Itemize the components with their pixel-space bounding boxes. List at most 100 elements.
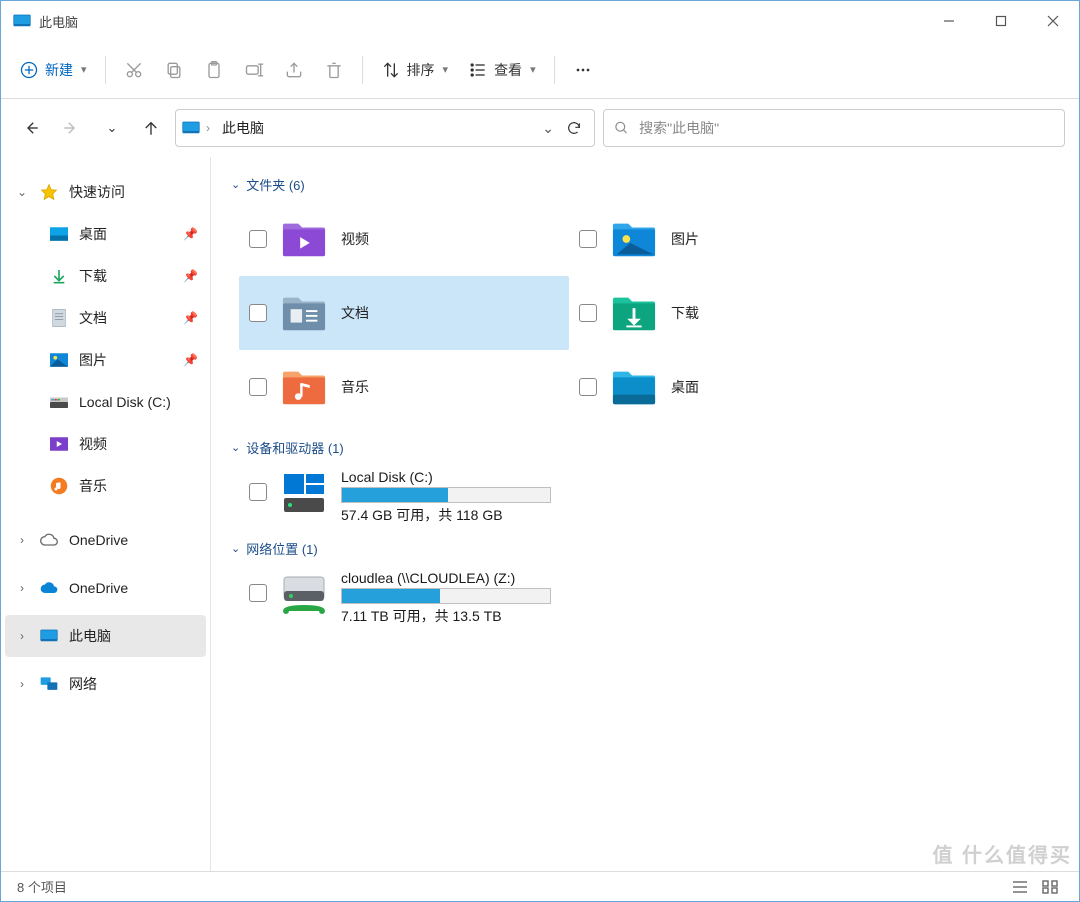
new-button[interactable]: 新建 ▾	[9, 50, 97, 90]
sidebar-onedrive-1[interactable]: › OneDrive	[5, 519, 206, 561]
sidebar-this-pc[interactable]: › 此电脑	[5, 615, 206, 657]
download-icon	[49, 266, 69, 286]
folder-desktop[interactable]: 桌面	[569, 350, 899, 424]
folder-icon	[609, 362, 659, 412]
chevron-right-icon: ›	[15, 677, 29, 691]
checkbox[interactable]	[249, 483, 267, 501]
status-items: 8 个项目	[17, 877, 67, 896]
drive-local-c[interactable]: Local Disk (C:) 57.4 GB 可用，共 118 GB	[239, 465, 1059, 529]
sidebar-item-documents[interactable]: 文档 📌	[5, 297, 206, 339]
chevron-down-icon: ⌄	[15, 185, 29, 199]
checkbox[interactable]	[249, 304, 267, 322]
sidebar-quick-access[interactable]: ⌄ 快速访问	[5, 171, 206, 213]
picture-icon	[49, 350, 69, 370]
paste-button[interactable]	[194, 50, 234, 90]
trash-icon	[324, 60, 344, 80]
rename-button[interactable]	[234, 50, 274, 90]
desktop-icon	[49, 224, 69, 244]
sidebar-item-downloads[interactable]: 下载 📌	[5, 255, 206, 297]
address-bar[interactable]: › 此电脑 ⌄	[175, 109, 595, 147]
sidebar-label: Local Disk (C:)	[79, 394, 171, 410]
status-bar: 8 个项目	[1, 871, 1079, 901]
folder-icon	[279, 288, 329, 338]
usage-bar	[341, 588, 551, 604]
view-button[interactable]: 查看 ▾	[458, 50, 546, 90]
title-bar: 此电脑	[1, 1, 1079, 41]
group-folders-header[interactable]: ⌄ 文件夹 (6)	[231, 175, 1059, 194]
folder-documents[interactable]: 文档	[239, 276, 569, 350]
tiles-view-button[interactable]	[1037, 876, 1063, 898]
tile-label: 桌面	[671, 377, 699, 397]
folder-pictures[interactable]: 图片	[569, 202, 899, 276]
checkbox[interactable]	[249, 378, 267, 396]
search-box[interactable]	[603, 109, 1065, 147]
checkbox[interactable]	[579, 304, 597, 322]
sidebar-item-music[interactable]: 音乐	[5, 465, 206, 507]
copy-button[interactable]	[154, 50, 194, 90]
refresh-button[interactable]	[560, 112, 588, 144]
maximize-button[interactable]	[975, 1, 1027, 41]
checkbox[interactable]	[579, 230, 597, 248]
sort-icon	[381, 60, 401, 80]
folder-music[interactable]: 音乐	[239, 350, 569, 424]
sort-button[interactable]: 排序 ▾	[371, 50, 459, 90]
rename-icon	[244, 60, 264, 80]
sidebar-label: 此电脑	[69, 626, 111, 646]
back-button[interactable]	[15, 112, 47, 144]
network-icon	[39, 674, 59, 694]
window-title: 此电脑	[39, 12, 78, 31]
checkbox[interactable]	[249, 230, 267, 248]
folder-icon	[609, 214, 659, 264]
checkbox[interactable]	[249, 584, 267, 602]
folder-icon	[279, 214, 329, 264]
forward-button[interactable]	[55, 112, 87, 144]
cut-button[interactable]	[114, 50, 154, 90]
details-view-button[interactable]	[1007, 876, 1033, 898]
drive-label: Local Disk (C:)	[341, 469, 551, 485]
music-icon	[49, 476, 69, 496]
separator	[362, 56, 363, 84]
group-devices-header[interactable]: ⌄ 设备和驱动器 (1)	[231, 438, 1059, 457]
search-input[interactable]	[639, 120, 1054, 136]
view-icon	[468, 60, 488, 80]
usage-bar	[341, 487, 551, 503]
sidebar-item-desktop[interactable]: 桌面 📌	[5, 213, 206, 255]
checkbox[interactable]	[579, 378, 597, 396]
network-drive-z[interactable]: cloudlea (\\CLOUDLEA) (Z:) 7.11 TB 可用，共 …	[239, 566, 1059, 630]
group-label: 设备和驱动器 (1)	[246, 438, 344, 457]
breadcrumb-this-pc[interactable]: 此电脑	[216, 114, 270, 142]
recent-button[interactable]: ⌄	[95, 112, 127, 144]
chevron-down-icon: ▾	[443, 63, 449, 76]
minimize-button[interactable]	[923, 1, 975, 41]
folder-videos[interactable]: 视频	[239, 202, 569, 276]
folder-downloads[interactable]: 下载	[569, 276, 899, 350]
document-icon	[49, 308, 69, 328]
chevron-right-icon: ›	[15, 533, 29, 547]
clipboard-icon	[204, 60, 224, 80]
sort-label: 排序	[407, 60, 435, 80]
pin-icon: 📌	[183, 311, 198, 325]
share-button[interactable]	[274, 50, 314, 90]
delete-button[interactable]	[314, 50, 354, 90]
sidebar-item-pictures[interactable]: 图片 📌	[5, 339, 206, 381]
sidebar-network[interactable]: › 网络	[5, 663, 206, 705]
sidebar-item-videos[interactable]: 视频	[5, 423, 206, 465]
sidebar-onedrive-2[interactable]: › OneDrive	[5, 567, 206, 609]
tile-label: 图片	[671, 229, 699, 249]
up-button[interactable]	[135, 112, 167, 144]
sidebar-label: 下载	[79, 266, 107, 286]
pin-icon: 📌	[183, 227, 198, 241]
scissors-icon	[124, 60, 144, 80]
search-icon	[614, 120, 629, 136]
more-button[interactable]	[563, 50, 603, 90]
group-network-header[interactable]: ⌄ 网络位置 (1)	[231, 539, 1059, 558]
disk-icon	[279, 469, 329, 519]
plus-circle-icon	[19, 60, 39, 80]
sidebar-item-local-disk[interactable]: Local Disk (C:)	[5, 381, 206, 423]
sidebar-label: OneDrive	[69, 580, 128, 596]
separator	[105, 56, 106, 84]
chevron-down-icon[interactable]: ⌄	[542, 120, 554, 137]
close-button[interactable]	[1027, 1, 1079, 41]
computer-icon	[182, 121, 200, 135]
tile-label: 下载	[671, 303, 699, 323]
